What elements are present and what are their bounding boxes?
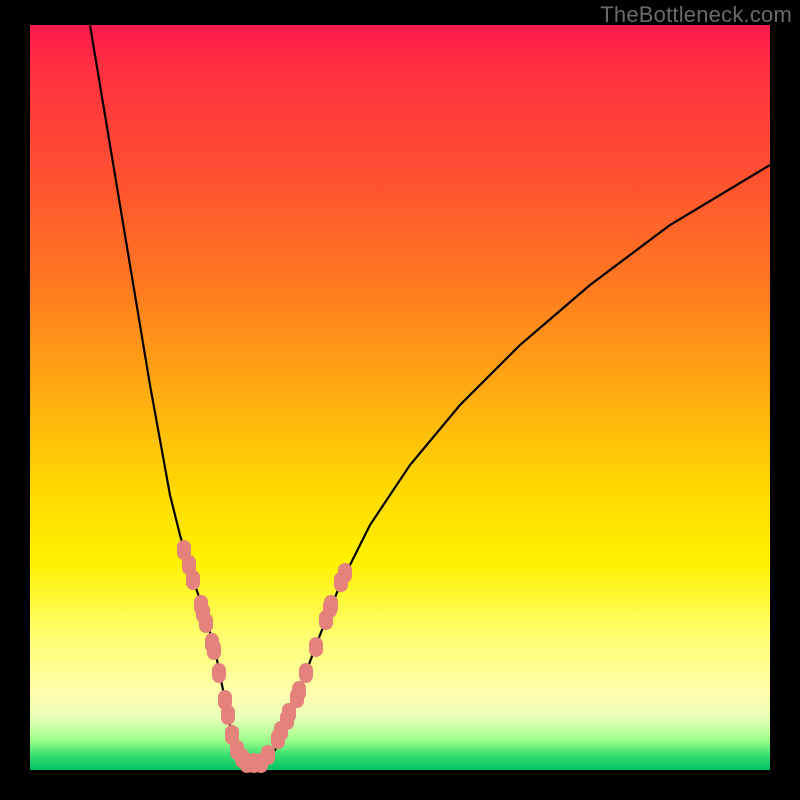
highlight-points [177,540,352,773]
plot-area [30,25,770,770]
highlight-point [221,705,235,725]
bottleneck-curve [30,25,770,770]
highlight-point [299,663,313,683]
left-curve-path [90,25,248,763]
highlight-point [186,570,200,590]
highlight-point [212,663,226,683]
chart-frame: TheBottleneck.com [0,0,800,800]
highlight-point [207,640,221,660]
highlight-point [323,598,337,618]
right-curve-path [266,165,770,763]
highlight-point [309,637,323,657]
highlight-point [292,681,306,701]
highlight-point [199,613,213,633]
highlight-point [338,563,352,583]
highlight-point [261,745,275,765]
